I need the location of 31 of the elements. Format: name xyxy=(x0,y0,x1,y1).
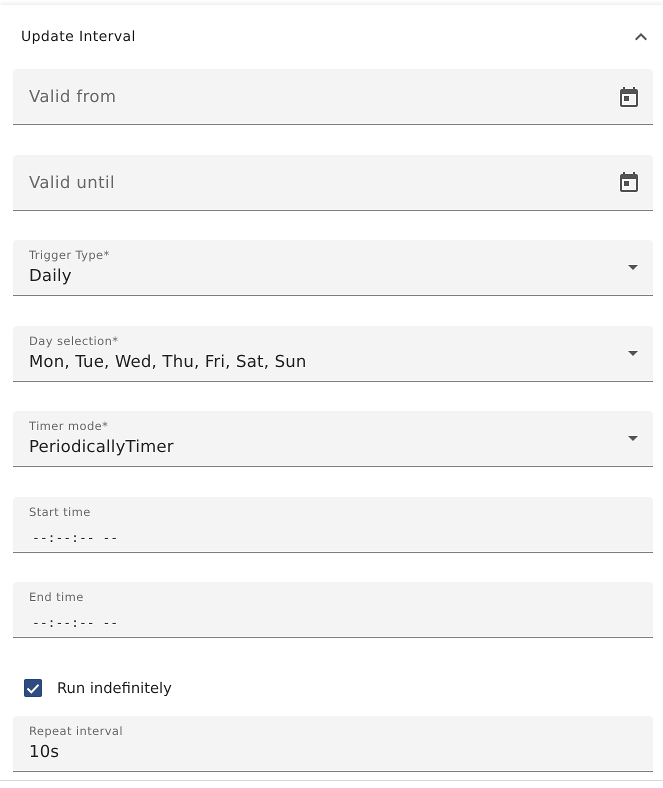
field-value: Daily xyxy=(29,265,72,287)
date-field[interactable]: Valid from xyxy=(13,69,653,125)
field-value: Mon, Tue, Wed, Thu, Fri, Sat, Sun xyxy=(29,350,307,372)
time-input[interactable]: --:--:-- -- xyxy=(29,530,129,546)
field-value: 10s xyxy=(29,741,60,763)
select-field[interactable]: Timer mode* PeriodicallyTimer xyxy=(13,411,653,467)
dropdown-arrow-icon[interactable] xyxy=(628,436,638,441)
field-label: Valid from xyxy=(29,87,118,106)
section-title[interactable]: Update Interval xyxy=(21,29,136,45)
field-label: Day selection* xyxy=(29,334,118,348)
checkbox[interactable] xyxy=(24,679,42,697)
field-label: Timer mode* xyxy=(29,419,108,433)
date-field[interactable]: Valid until xyxy=(13,154,653,210)
dropdown-arrow-icon[interactable] xyxy=(628,350,638,356)
select-field[interactable]: Trigger Type* Daily xyxy=(13,240,653,296)
chevron-up-icon[interactable] xyxy=(635,33,647,41)
field-label: Start time xyxy=(29,504,91,518)
dropdown-arrow-icon[interactable] xyxy=(628,265,638,270)
calendar-icon[interactable] xyxy=(620,172,638,192)
select-field[interactable]: Day selection* Mon, Tue, Wed, Thu, Fri, Sat, Sun xyxy=(13,326,653,382)
time-field[interactable]: Start time --:--:-- -- xyxy=(13,496,653,552)
time-input[interactable]: --:--:-- -- xyxy=(29,616,129,632)
field-label: Valid until xyxy=(29,172,116,192)
field-label: Repeat interval xyxy=(29,724,123,738)
calendar-icon[interactable] xyxy=(620,86,638,106)
time-field[interactable]: End time --:--:-- -- xyxy=(13,582,653,638)
checkbox-label[interactable]: Run indefinitely xyxy=(57,680,172,696)
field-label: Trigger Type* xyxy=(29,248,110,262)
text-field[interactable]: Repeat interval 10s xyxy=(13,716,653,772)
field-label: End time xyxy=(29,590,84,604)
field-value: PeriodicallyTimer xyxy=(29,436,174,458)
